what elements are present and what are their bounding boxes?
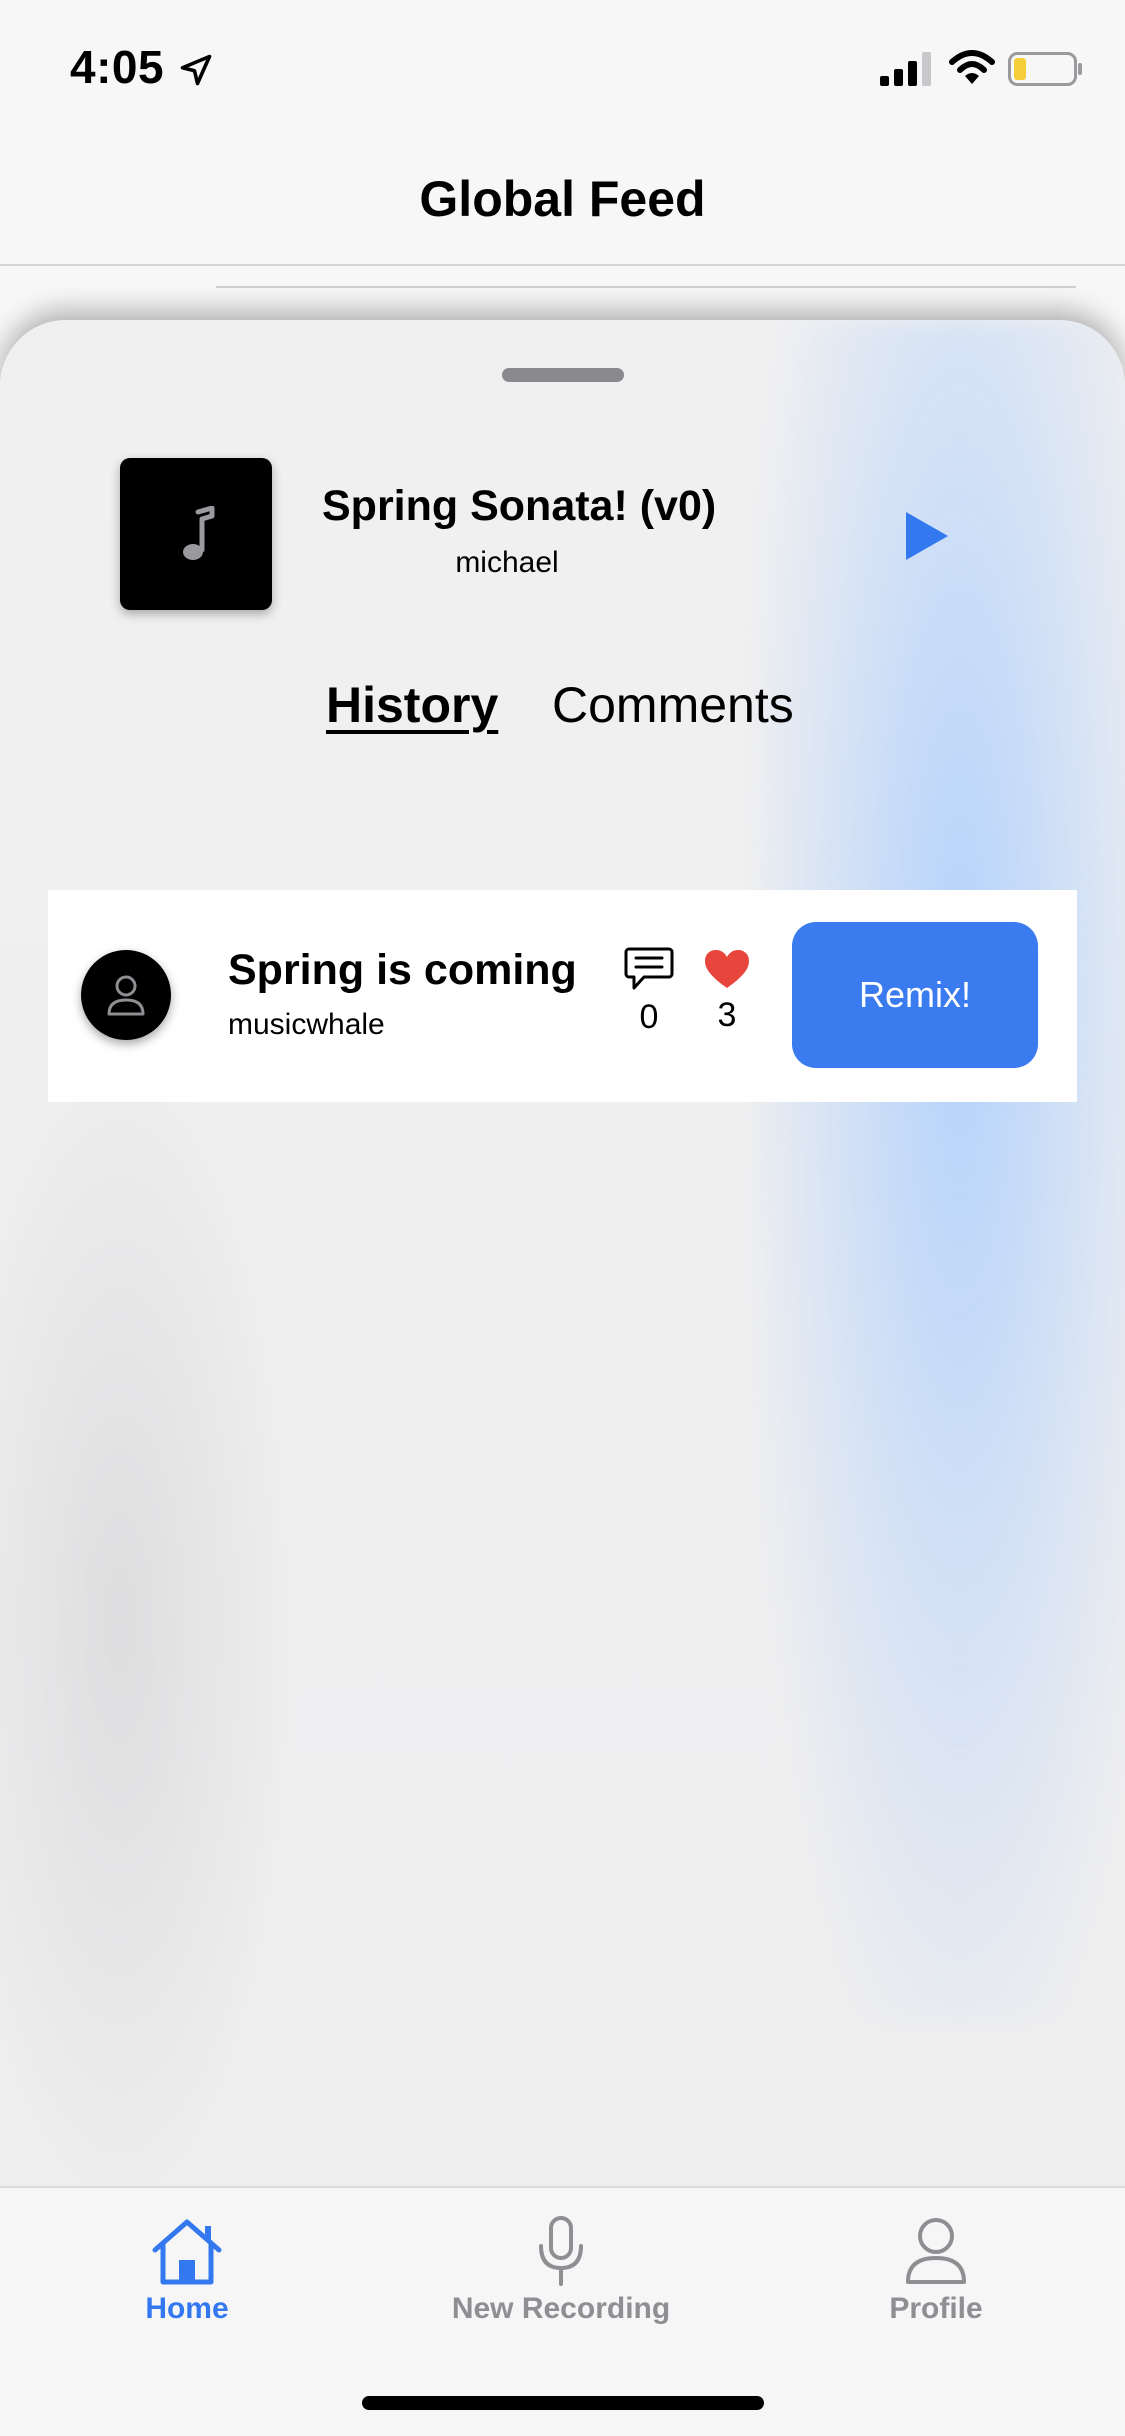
microphone-icon bbox=[539, 2216, 583, 2286]
like-count: 3 bbox=[717, 996, 737, 1034]
person-icon bbox=[107, 975, 145, 1016]
home-icon bbox=[152, 2219, 222, 2285]
heart-icon bbox=[705, 950, 749, 988]
tab-comments[interactable]: Comments bbox=[552, 676, 794, 734]
sheet-shade bbox=[0, 1020, 300, 2186]
tab-profile-label: Profile bbox=[889, 2292, 983, 2325]
history-item-user[interactable]: musicwhale bbox=[228, 1008, 385, 1042]
play-icon[interactable] bbox=[900, 508, 952, 564]
wifi-icon bbox=[949, 50, 995, 84]
music-note-icon bbox=[183, 506, 215, 560]
location-arrow-icon bbox=[180, 54, 212, 86]
cellular-signal-icon bbox=[880, 52, 931, 86]
home-indicator[interactable] bbox=[362, 2396, 764, 2410]
tab-new-recording[interactable]: New Recording bbox=[421, 2216, 701, 2326]
drag-handle[interactable] bbox=[502, 368, 624, 382]
track-artist[interactable]: michael bbox=[322, 546, 692, 580]
divider bbox=[216, 286, 1076, 288]
tab-home[interactable]: Home bbox=[47, 2216, 327, 2326]
comment-icon bbox=[624, 947, 674, 990]
segment-tabs: History Comments bbox=[0, 676, 1125, 756]
avatar[interactable] bbox=[81, 950, 171, 1040]
screen: 4:05 Global Feed Spring Sonata! (v0) mic… bbox=[0, 0, 1125, 2436]
remix-button[interactable]: Remix! bbox=[792, 922, 1038, 1068]
like-stat[interactable]: 3 bbox=[700, 946, 754, 1035]
tab-new-recording-label: New Recording bbox=[451, 2292, 671, 2325]
player-sheet: Spring Sonata! (v0) michael History Comm… bbox=[0, 320, 1125, 2186]
album-art bbox=[120, 458, 272, 610]
history-row[interactable]: Spring is coming musicwhale 0 3 Remix! bbox=[48, 890, 1077, 1102]
tab-profile[interactable]: Profile bbox=[796, 2216, 1076, 2326]
track-title: Spring Sonata! (v0) bbox=[322, 482, 717, 530]
tab-history[interactable]: History bbox=[326, 676, 498, 734]
comment-stat[interactable]: 0 bbox=[622, 946, 676, 1037]
tab-home-label: Home bbox=[145, 2292, 229, 2325]
history-item-title: Spring is coming bbox=[228, 946, 577, 994]
page-title: Global Feed bbox=[419, 171, 706, 227]
status-time: 4:05 bbox=[70, 41, 165, 93]
status-bar: 4:05 bbox=[0, 0, 1125, 140]
person-icon bbox=[906, 2218, 966, 2284]
comment-count: 0 bbox=[639, 998, 659, 1036]
battery-low-icon bbox=[1008, 52, 1082, 86]
nav-header: Global Feed bbox=[0, 140, 1125, 266]
sheet-glow bbox=[760, 320, 1125, 2020]
